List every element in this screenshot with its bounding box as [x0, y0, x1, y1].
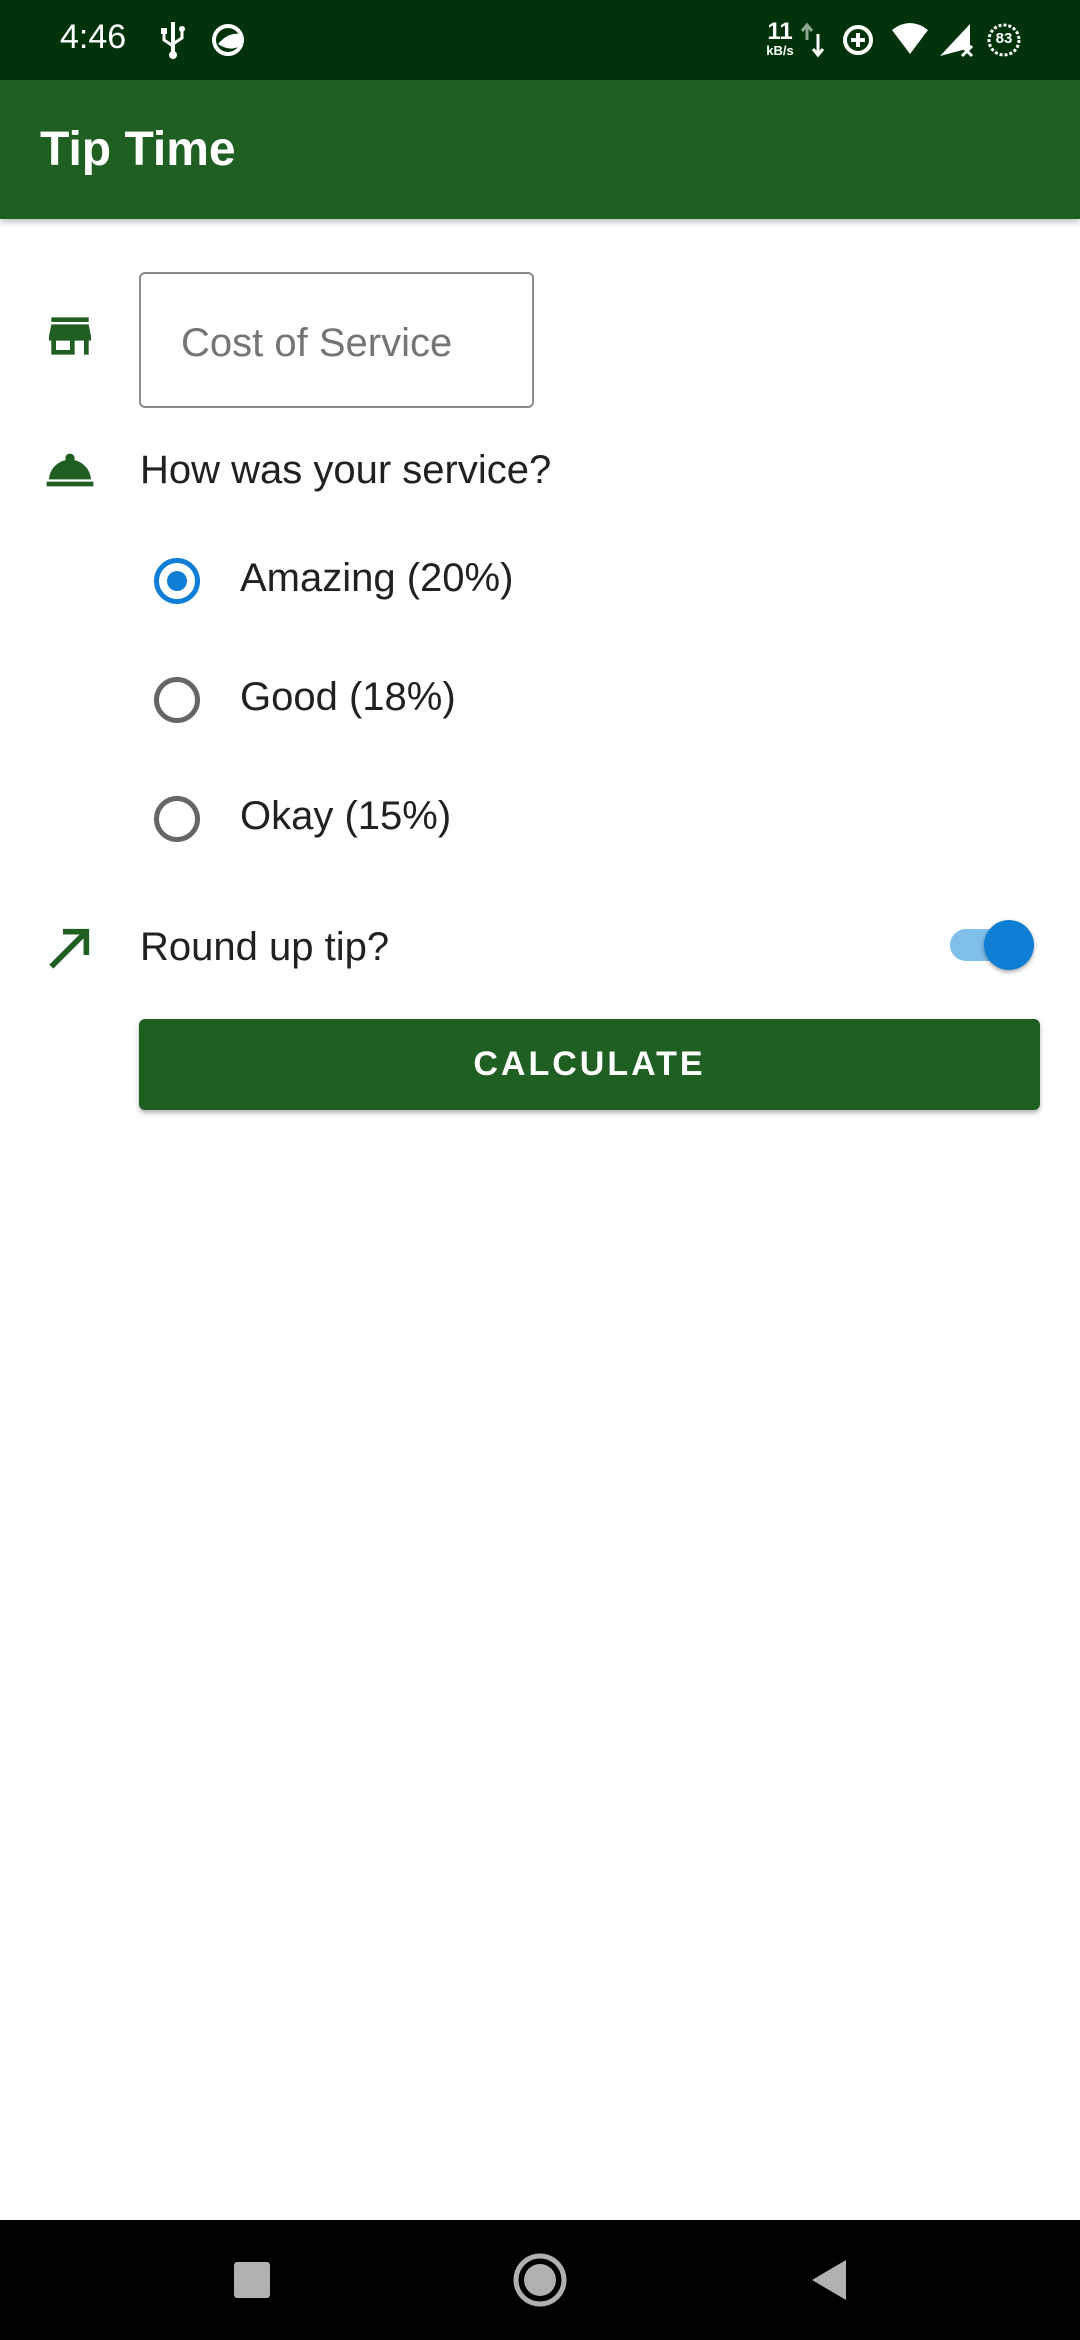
- battery-level: 83: [995, 30, 1013, 47]
- tip-option-amazing[interactable]: Amazing (20%): [150, 548, 750, 628]
- recents-button[interactable]: [192, 2220, 312, 2340]
- wifi-icon: [892, 23, 928, 54]
- radio-button[interactable]: [154, 677, 200, 723]
- app-title: Tip Time: [40, 123, 236, 176]
- tip-option-label: Amazing (20%): [240, 556, 514, 600]
- usb-icon: [161, 22, 185, 59]
- switch-thumb: [984, 920, 1034, 970]
- data-saver-plus-icon: [843, 25, 873, 55]
- round-up-switch[interactable]: [950, 920, 1036, 970]
- room-service-icon: [46, 453, 94, 487]
- radio-dot: [167, 571, 187, 591]
- net-speed: 11 kB/s: [762, 18, 798, 58]
- calculate-button[interactable]: CALCULATE: [139, 1019, 1040, 1110]
- net-speed-unit: kB/s: [766, 43, 794, 58]
- radio-button[interactable]: [154, 796, 200, 842]
- round-up-label: Round up tip?: [140, 925, 390, 969]
- store-icon: [49, 317, 91, 355]
- cost-of-service-field[interactable]: [139, 272, 534, 408]
- signal-icon: [940, 24, 974, 58]
- screen: 4:46 11 kB/s 83 Tip Time Cost of Service…: [0, 0, 1080, 2340]
- app-bar: Tip Time: [0, 80, 1080, 219]
- back-icon: [812, 2260, 846, 2300]
- home-button[interactable]: [480, 2220, 600, 2340]
- cost-of-service-input[interactable]: [179, 312, 513, 374]
- network-activity-icon: [800, 22, 825, 58]
- trending-up-icon: [49, 928, 90, 969]
- service-question-label: How was your service?: [140, 448, 552, 492]
- home-icon: [513, 2253, 567, 2307]
- net-speed-value: 11: [767, 18, 793, 45]
- tip-option-good[interactable]: Good (18%): [150, 667, 750, 747]
- recents-icon: [234, 2262, 270, 2298]
- status-bar: 4:46 11 kB/s 83: [0, 0, 1080, 80]
- tip-option-label: Okay (15%): [240, 794, 452, 838]
- radio-button-selected[interactable]: [154, 558, 200, 604]
- status-time: 4:46: [60, 18, 127, 56]
- back-button[interactable]: [768, 2220, 888, 2340]
- tip-option-okay[interactable]: Okay (15%): [150, 786, 750, 866]
- navigation-bar: [0, 2220, 1080, 2340]
- tip-option-label: Good (18%): [240, 675, 456, 719]
- data-saver-icon: [212, 24, 244, 56]
